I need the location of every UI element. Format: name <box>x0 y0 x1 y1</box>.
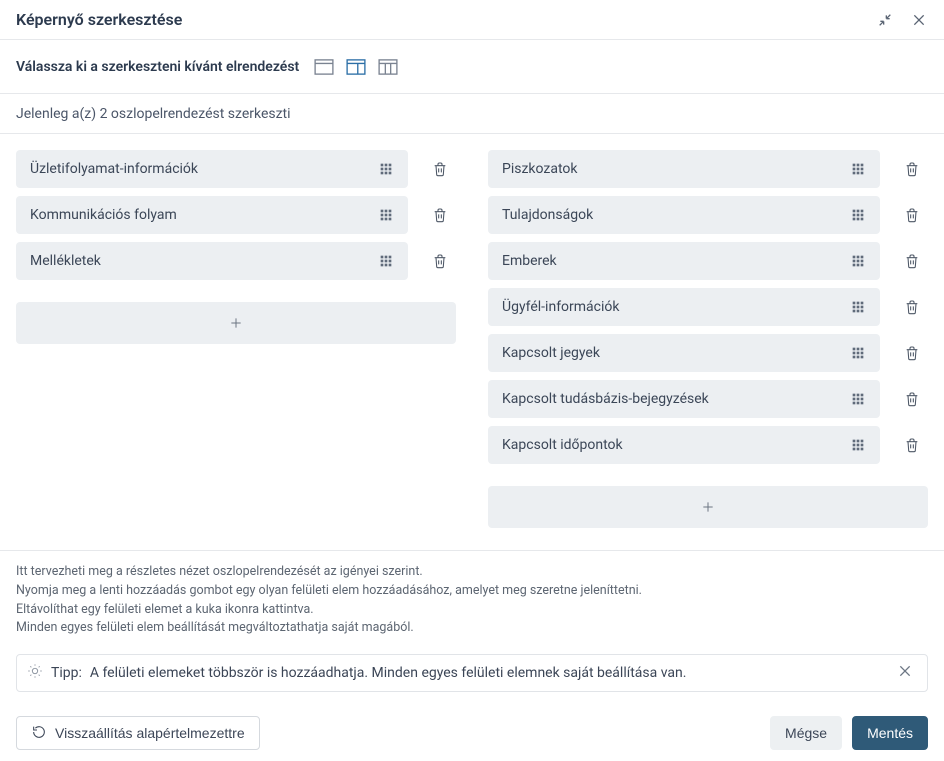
drag-handle-icon[interactable] <box>850 299 866 315</box>
add-widget-button[interactable] <box>488 486 928 528</box>
cancel-button[interactable]: Mégse <box>770 716 842 750</box>
widget-row: Ügyfél-információk <box>488 288 928 326</box>
widget-label: Kommunikációs folyam <box>30 207 177 223</box>
widget-label: Kapcsolt tudásbázis-bejegyzések <box>502 391 709 407</box>
layout-option-3col[interactable] <box>377 58 399 76</box>
trash-icon[interactable] <box>896 291 928 323</box>
widget-row: Kapcsolt tudásbázis-bejegyzések <box>488 380 928 418</box>
widget-row: Kapcsolt jegyek <box>488 334 928 372</box>
drag-handle-icon[interactable] <box>850 437 866 453</box>
help-line: Eltávolíthat egy felületi elemet a kuka … <box>16 601 928 620</box>
widget-label: Emberek <box>502 253 557 269</box>
tip-content: Tipp: A felületi elemeket többször is ho… <box>27 663 686 683</box>
tip-label: Tipp: <box>51 665 82 681</box>
layout-picker: Válassza ki a szerkeszteni kívánt elrend… <box>0 40 944 94</box>
widget-row: Tulajdonságok <box>488 196 928 234</box>
widget-row: Kommunikációs folyam <box>16 196 456 234</box>
layout-picker-label: Válassza ki a szerkeszteni kívánt elrend… <box>16 59 299 75</box>
drag-handle-icon[interactable] <box>378 161 394 177</box>
widget-row: Emberek <box>488 242 928 280</box>
tip-text: A felületi elemeket többször is hozzáadh… <box>90 665 687 681</box>
drag-handle-icon[interactable] <box>378 207 394 223</box>
modal-title: Képernyő szerkesztése <box>16 10 182 29</box>
widget-card[interactable]: Mellékletek <box>16 242 408 280</box>
widget-row: Piszkozatok <box>488 150 928 188</box>
header-actions <box>876 11 928 29</box>
widget-label: Kapcsolt jegyek <box>502 345 600 361</box>
layout-option-1col[interactable] <box>313 58 335 76</box>
footer-right: Mégse Mentés <box>770 716 928 750</box>
help-text: Itt tervezheti meg a részletes nézet osz… <box>0 550 944 648</box>
widget-label: Ügyfél-információk <box>502 299 620 315</box>
widget-card[interactable]: Kommunikációs folyam <box>16 196 408 234</box>
columns-area: Üzletifolyamat-információk Kommunikációs… <box>0 134 944 544</box>
trash-icon[interactable] <box>896 245 928 277</box>
trash-icon[interactable] <box>896 199 928 231</box>
widget-label: Mellékletek <box>30 253 101 269</box>
trash-icon[interactable] <box>424 245 456 277</box>
trash-icon[interactable] <box>896 429 928 461</box>
widget-row: Mellékletek <box>16 242 456 280</box>
trash-icon[interactable] <box>896 153 928 185</box>
widget-row: Kapcsolt időpontok <box>488 426 928 464</box>
add-widget-button[interactable] <box>16 302 456 344</box>
help-line: Itt tervezheti meg a részletes nézet osz… <box>16 563 928 582</box>
help-line: Minden egyes felületi elem beállítását m… <box>16 619 928 638</box>
tip-box: Tipp: A felületi elemeket többször is ho… <box>16 654 928 692</box>
drag-handle-icon[interactable] <box>850 391 866 407</box>
drag-handle-icon[interactable] <box>850 161 866 177</box>
help-line: Nyomja meg a lenti hozzáadás gombot egy … <box>16 582 928 601</box>
lightbulb-icon <box>27 663 43 683</box>
modal-header: Képernyő szerkesztése <box>0 0 944 40</box>
close-icon[interactable] <box>897 663 913 683</box>
trash-icon[interactable] <box>424 199 456 231</box>
cancel-button-label: Mégse <box>785 725 827 741</box>
widget-card[interactable]: Piszkozatok <box>488 150 880 188</box>
save-button[interactable]: Mentés <box>852 716 928 750</box>
drag-handle-icon[interactable] <box>850 345 866 361</box>
close-icon[interactable] <box>910 11 928 29</box>
current-layout-info: Jelenleg a(z) 2 oszlopelrendezést szerke… <box>0 94 944 134</box>
layout-option-2col[interactable] <box>345 58 367 76</box>
widget-card[interactable]: Kapcsolt jegyek <box>488 334 880 372</box>
drag-handle-icon[interactable] <box>378 253 394 269</box>
save-button-label: Mentés <box>867 725 913 741</box>
widget-card[interactable]: Emberek <box>488 242 880 280</box>
trash-icon[interactable] <box>896 383 928 415</box>
widget-label: Üzletifolyamat-információk <box>30 161 198 177</box>
widget-label: Kapcsolt időpontok <box>502 437 623 453</box>
widget-card[interactable]: Üzletifolyamat-információk <box>16 150 408 188</box>
widget-row: Üzletifolyamat-információk <box>16 150 456 188</box>
reset-button-label: Visszaállítás alapértelmezettre <box>55 725 245 741</box>
widget-card[interactable]: Ügyfél-információk <box>488 288 880 326</box>
drag-handle-icon[interactable] <box>850 253 866 269</box>
trash-icon[interactable] <box>424 153 456 185</box>
left-column: Üzletifolyamat-információk Kommunikációs… <box>16 150 456 528</box>
right-column: Piszkozatok Tulajdonságok Emberek Ügyfél… <box>488 150 928 528</box>
widget-label: Piszkozatok <box>502 161 577 177</box>
widget-label: Tulajdonságok <box>502 207 593 223</box>
minimize-icon[interactable] <box>876 11 894 29</box>
widget-card[interactable]: Kapcsolt időpontok <box>488 426 880 464</box>
undo-icon <box>31 724 47 743</box>
footer: Visszaállítás alapértelmezettre Mégse Me… <box>0 705 944 761</box>
reset-button[interactable]: Visszaállítás alapértelmezettre <box>16 716 260 750</box>
widget-card[interactable]: Tulajdonságok <box>488 196 880 234</box>
trash-icon[interactable] <box>896 337 928 369</box>
drag-handle-icon[interactable] <box>850 207 866 223</box>
widget-card[interactable]: Kapcsolt tudásbázis-bejegyzések <box>488 380 880 418</box>
